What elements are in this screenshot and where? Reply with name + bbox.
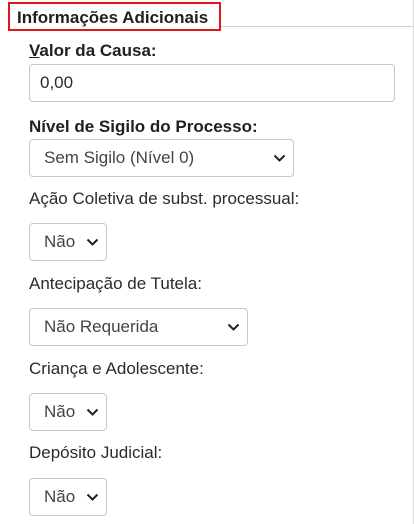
valor-causa-accesskey: V — [29, 41, 40, 60]
chevron-down-icon — [80, 393, 104, 431]
deposito-judicial-select[interactable]: Não — [29, 478, 107, 516]
antecipacao-tutela-value: Não Requerida — [44, 317, 159, 336]
deposito-judicial-label: Depósito Judicial: — [29, 443, 163, 462]
chevron-down-icon — [80, 223, 104, 261]
valor-causa-label: Valor da Causa: — [29, 41, 157, 61]
chevron-down-icon — [221, 308, 245, 346]
nivel-sigilo-label: Nível de Sigilo do Processo: — [29, 117, 258, 136]
crianca-adolescente-select[interactable]: Não — [29, 393, 107, 431]
additional-info-panel: Informações Adicionais Valor da Causa: N… — [0, 0, 414, 524]
chevron-down-icon — [267, 139, 291, 177]
section-title: Informações Adicionais — [8, 2, 221, 31]
acao-coletiva-value: Não — [44, 232, 76, 251]
chevron-down-icon — [80, 478, 104, 516]
antecipacao-tutela-select[interactable]: Não Requerida — [29, 308, 248, 346]
acao-coletiva-label: Ação Coletiva de subst. processual: — [29, 189, 300, 208]
antecipacao-tutela-label: Antecipação de Tutela: — [29, 274, 202, 293]
acao-coletiva-select[interactable]: Não — [29, 223, 107, 261]
deposito-judicial-value: Não — [44, 487, 76, 506]
section-divider — [221, 26, 413, 27]
crianca-adolescente-value: Não — [44, 402, 76, 421]
crianca-adolescente-label: Criança e Adolescente: — [29, 359, 204, 378]
nivel-sigilo-select[interactable]: Sem Sigilo (Nível 0) — [29, 139, 294, 177]
valor-causa-label-text: alor da Causa: — [39, 41, 157, 60]
valor-causa-input[interactable] — [29, 64, 395, 102]
nivel-sigilo-value: Sem Sigilo (Nível 0) — [44, 148, 195, 167]
